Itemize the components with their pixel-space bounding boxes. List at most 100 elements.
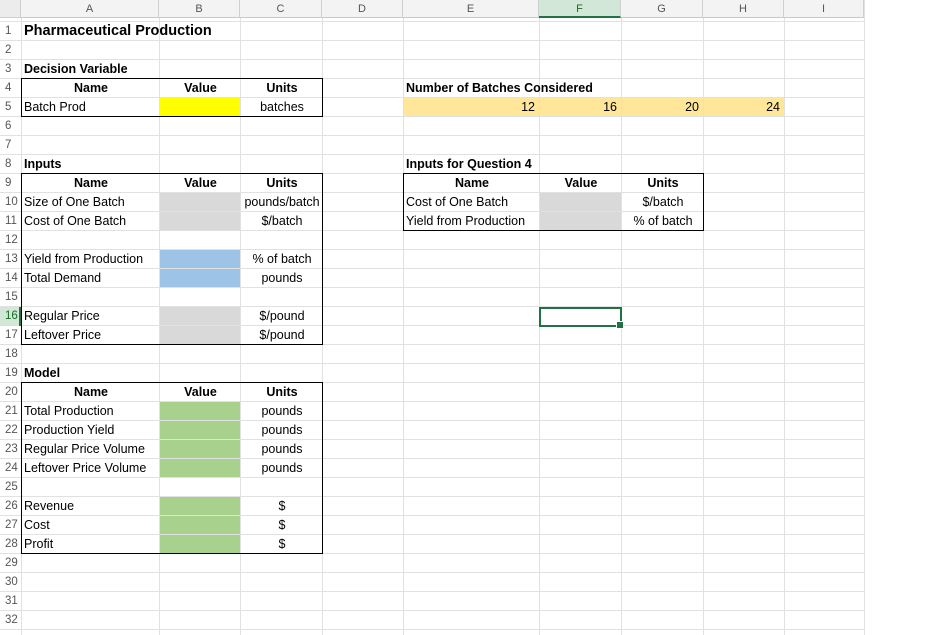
row-header-6[interactable]: 6	[0, 117, 21, 136]
q4-row-units[interactable]: % of batch	[624, 212, 702, 231]
inputs-row-units[interactable]: pounds	[243, 269, 321, 288]
row-header-30[interactable]: 30	[0, 573, 21, 592]
model-row-units[interactable]: pounds	[243, 421, 321, 440]
q4-row-units[interactable]: $/batch	[624, 193, 702, 212]
row-header-2[interactable]: 2	[0, 41, 21, 60]
model-row-name[interactable]: Regular Price Volume	[24, 440, 158, 459]
inputs-row-units[interactable]: pounds/batch	[243, 193, 321, 212]
model-units-header[interactable]: Units	[243, 383, 321, 402]
row-header-26[interactable]: 26	[0, 497, 21, 516]
inputs-value-cell[interactable]	[162, 250, 239, 269]
inputs-value-header[interactable]: Value	[162, 174, 239, 193]
row-header-15[interactable]: 15	[0, 288, 21, 307]
row-header-13[interactable]: 13	[0, 250, 21, 269]
row-header-20[interactable]: 20	[0, 383, 21, 402]
column-header-c[interactable]: C	[240, 0, 322, 18]
column-header-f[interactable]: F	[539, 0, 621, 18]
inputs-value-cell[interactable]	[162, 326, 239, 345]
inputs-value-cell[interactable]	[162, 212, 239, 231]
model-row-name[interactable]: Cost	[24, 516, 158, 535]
row-header-16[interactable]: 16	[0, 307, 21, 326]
batch-value-12[interactable]: 12	[406, 98, 538, 117]
decision-units-header[interactable]: Units	[243, 79, 321, 98]
inputs-value-cell[interactable]	[162, 193, 239, 212]
model-row-units[interactable]: $	[243, 497, 321, 516]
decision-value-header[interactable]: Value	[162, 79, 239, 98]
row-header-4[interactable]: 4	[0, 79, 21, 98]
model-row-units[interactable]: pounds	[243, 402, 321, 421]
inputs-row-name[interactable]: Yield from Production	[24, 250, 158, 269]
batch-value-16[interactable]: 16	[542, 98, 620, 117]
row-header-5[interactable]: 5	[0, 98, 21, 117]
column-header-i[interactable]: I	[784, 0, 864, 18]
model-row-units[interactable]: $	[243, 516, 321, 535]
row-header-1[interactable]: 1	[0, 22, 21, 41]
model-value-cell[interactable]	[162, 459, 239, 478]
row-header-24[interactable]: 24	[0, 459, 21, 478]
inputs-row-units[interactable]: $/pound	[243, 326, 321, 345]
row-header-18[interactable]: 18	[0, 345, 21, 364]
column-header-d[interactable]: D	[322, 0, 403, 18]
model-value-header[interactable]: Value	[162, 383, 239, 402]
batch-value-20[interactable]: 20	[624, 98, 702, 117]
row-header-27[interactable]: 27	[0, 516, 21, 535]
row-header-7[interactable]: 7	[0, 136, 21, 155]
inputs-heading[interactable]: Inputs	[24, 155, 239, 174]
column-header-b[interactable]: B	[159, 0, 240, 18]
q4-value-header[interactable]: Value	[542, 174, 620, 193]
inputs-row-name[interactable]: Cost of One Batch	[24, 212, 158, 231]
inputs-row-units[interactable]: $/pound	[243, 307, 321, 326]
fill-handle[interactable]	[616, 321, 624, 329]
model-heading[interactable]: Model	[24, 364, 239, 383]
q4-heading[interactable]: Inputs for Question 4	[406, 155, 702, 174]
column-header-e[interactable]: E	[403, 0, 539, 18]
row-header-28[interactable]: 28	[0, 535, 21, 554]
batch-value-24[interactable]: 24	[706, 98, 783, 117]
row-header-21[interactable]: 21	[0, 402, 21, 421]
inputs-value-cell[interactable]	[162, 269, 239, 288]
row-header-17[interactable]: 17	[0, 326, 21, 345]
row-header-23[interactable]: 23	[0, 440, 21, 459]
column-header-g[interactable]: G	[621, 0, 703, 18]
model-row-name[interactable]: Profit	[24, 535, 158, 554]
model-value-cell[interactable]	[162, 402, 239, 421]
row-header-19[interactable]: 19	[0, 364, 21, 383]
sheet-title[interactable]: Pharmaceutical Production	[24, 22, 321, 41]
inputs-row-name[interactable]: Regular Price	[24, 307, 158, 326]
decision-row-units[interactable]: batches	[243, 98, 321, 117]
spreadsheet-grid[interactable]: Pharmaceutical Production Decision Variab…	[0, 0, 926, 635]
row-header-8[interactable]: 8	[0, 155, 21, 174]
decision-value-cell[interactable]	[162, 98, 239, 117]
row-header-29[interactable]: 29	[0, 554, 21, 573]
model-value-cell[interactable]	[162, 440, 239, 459]
row-header-10[interactable]: 10	[0, 193, 21, 212]
inputs-row-name[interactable]: Leftover Price	[24, 326, 158, 345]
model-value-cell[interactable]	[162, 535, 239, 554]
model-name-header[interactable]: Name	[24, 383, 158, 402]
model-value-cell[interactable]	[162, 516, 239, 535]
q4-value-cell[interactable]	[542, 212, 620, 231]
decision-heading[interactable]: Decision Variable	[24, 60, 239, 79]
model-value-cell[interactable]	[162, 421, 239, 440]
model-row-name[interactable]: Production Yield	[24, 421, 158, 440]
inputs-units-header[interactable]: Units	[243, 174, 321, 193]
row-header-14[interactable]: 14	[0, 269, 21, 288]
row-header-3[interactable]: 3	[0, 60, 21, 79]
active-cell-selection[interactable]	[539, 307, 624, 329]
q4-row-name[interactable]: Cost of One Batch	[406, 193, 538, 212]
q4-name-header[interactable]: Name	[406, 174, 538, 193]
row-header-22[interactable]: 22	[0, 421, 21, 440]
column-header-a[interactable]: A	[21, 0, 159, 18]
inputs-row-units[interactable]: % of batch	[243, 250, 321, 269]
row-header-32[interactable]: 32	[0, 611, 21, 630]
row-header-31[interactable]: 31	[0, 592, 21, 611]
q4-units-header[interactable]: Units	[624, 174, 702, 193]
row-header-11[interactable]: 11	[0, 212, 21, 231]
inputs-row-name[interactable]: Total Demand	[24, 269, 158, 288]
inputs-name-header[interactable]: Name	[24, 174, 158, 193]
inputs-row-name[interactable]: Size of One Batch	[24, 193, 158, 212]
inputs-value-cell[interactable]	[162, 307, 239, 326]
inputs-row-units[interactable]: $/batch	[243, 212, 321, 231]
model-value-cell[interactable]	[162, 497, 239, 516]
model-row-name[interactable]: Leftover Price Volume	[24, 459, 158, 478]
